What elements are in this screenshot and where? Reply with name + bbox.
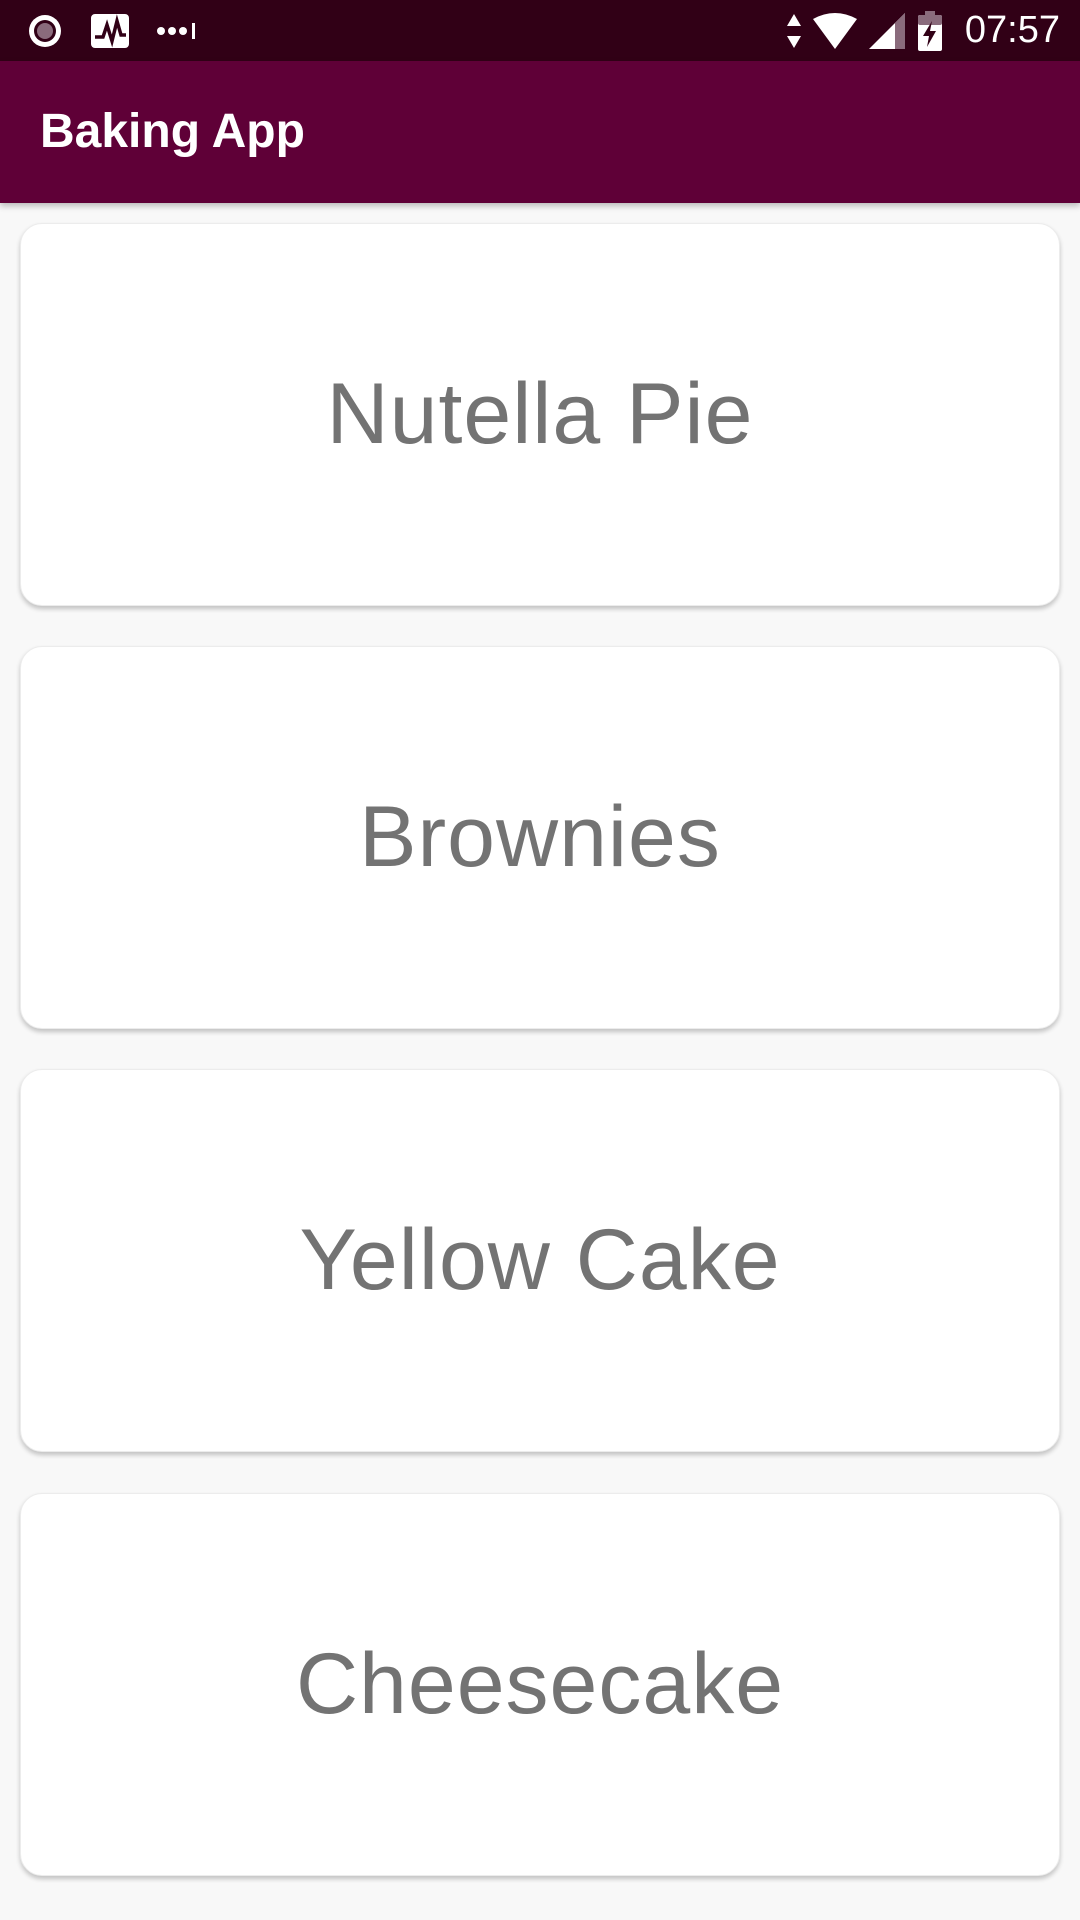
data-arrows-icon	[786, 13, 801, 48]
cell-signal-icon	[868, 12, 905, 49]
recipe-name: Cheesecake	[295, 1636, 785, 1732]
record-icon	[26, 12, 64, 50]
recipe-list[interactable]: Nutella Pie Brownies Yellow Cake Cheesec…	[0, 203, 1080, 1920]
status-bar: 07:57	[0, 0, 1080, 61]
recipe-card-brownies[interactable]: Brownies	[20, 646, 1060, 1029]
recipe-card-nutella-pie[interactable]: Nutella Pie	[20, 223, 1060, 606]
recipe-name: Yellow Cake	[299, 1212, 781, 1308]
battery-charging-icon	[917, 10, 943, 51]
status-time: 07:57	[964, 9, 1060, 51]
wifi-icon	[812, 12, 857, 49]
status-right-icons: 07:57	[786, 0, 1060, 61]
more-dots-icon	[156, 21, 202, 41]
status-left-icons	[26, 0, 202, 61]
recipe-card-yellow-cake[interactable]: Yellow Cake	[20, 1069, 1060, 1452]
recipe-name: Nutella Pie	[326, 366, 754, 462]
app-bar: Baking App	[0, 61, 1080, 203]
recipe-name: Brownies	[359, 789, 721, 885]
activity-monitor-icon	[90, 13, 130, 49]
recipe-card-cheesecake[interactable]: Cheesecake	[20, 1493, 1060, 1876]
app-title: Baking App	[40, 105, 305, 158]
